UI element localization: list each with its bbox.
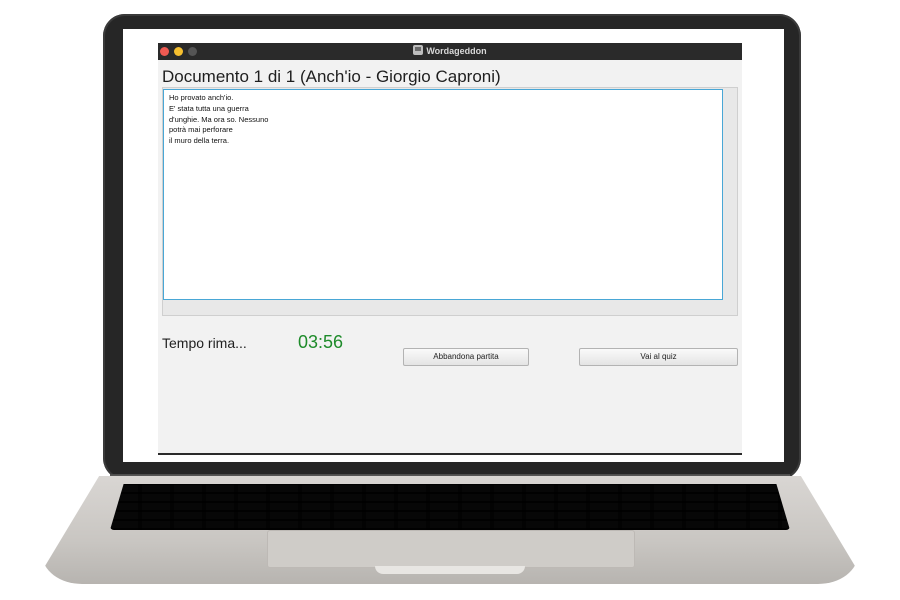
document-heading: Documento 1 di 1 (Anch'io - Giorgio Capr… xyxy=(162,67,501,86)
app-icon xyxy=(413,45,424,55)
document-text-area[interactable]: Ho provato anch'io. E' stata tutta una g… xyxy=(163,89,723,300)
go-to-quiz-button[interactable]: Vai al quiz xyxy=(579,348,738,366)
document-line: E' stata tutta una guerra xyxy=(169,103,249,113)
abandon-game-button[interactable]: Abbandona partita xyxy=(403,348,529,366)
time-remaining-label: Tempo rima... xyxy=(162,335,247,351)
window-title: Wordageddon xyxy=(158,45,742,58)
laptop-lip xyxy=(375,566,525,574)
window-titlebar: Wordageddon xyxy=(158,43,742,60)
document-line: il muro della terra. xyxy=(169,136,230,146)
document-line: d'unghie. Ma ora so. Nessuno xyxy=(169,114,269,124)
laptop-trackpad xyxy=(267,530,635,568)
document-line: Ho provato anch'io. xyxy=(169,93,234,102)
time-remaining-value: 03:56 xyxy=(298,332,344,352)
app-window: Wordageddon Documento 1 di 1 (Anch'io - … xyxy=(158,43,742,455)
document-line: potrà mai perforare xyxy=(169,125,233,135)
laptop-screen: Wordageddon Documento 1 di 1 (Anch'io - … xyxy=(123,29,784,462)
document-pane: Ho provato anch'io. E' stata tutta una g… xyxy=(162,87,738,316)
window-title-text: Wordageddon xyxy=(426,46,487,56)
laptop-keyboard xyxy=(110,484,790,530)
